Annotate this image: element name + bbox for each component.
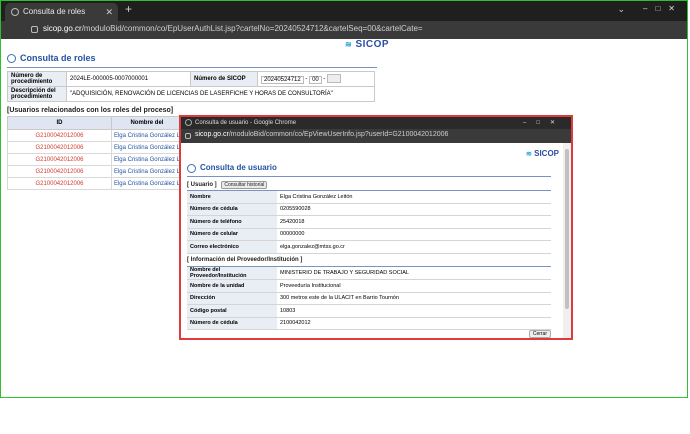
row-label: Nombre	[187, 191, 277, 204]
table-row: G2100042012006 Elga Cristina González L	[7, 165, 184, 178]
provider-section-header: [ Información del Proveedor/Institución …	[187, 257, 551, 267]
user-name: Elga Cristina González L	[110, 141, 184, 154]
user-name: Elga Cristina González L	[110, 129, 184, 142]
lock-icon[interactable]	[31, 26, 38, 33]
new-tab-icon[interactable]: +	[125, 2, 132, 16]
sicop-number-label: Número de SICOP	[190, 71, 258, 87]
row-label: Código postal	[187, 304, 277, 318]
row-label: Número de celular	[187, 228, 277, 241]
row-value: Elga Cristina González Leitón	[277, 191, 551, 204]
user-name: Elga Cristina González L	[110, 177, 184, 190]
procedure-info-table: Número de procedimiento 2024LE-000005-00…	[7, 71, 375, 102]
popup-title: Consulta de usuario	[200, 163, 277, 172]
table-row: Nombre de la unidad Proveeduría Instituci…	[187, 279, 551, 293]
row-value: elga.gonzalez@mtss.go.cr	[277, 240, 551, 254]
row-label: Dirección	[187, 292, 277, 305]
close-tab-icon[interactable]: ✕	[105, 3, 113, 21]
related-users-table: ID Nombre del G2100042012006 Elga Cristin…	[7, 116, 184, 190]
window-controls[interactable]: –□✕	[643, 4, 683, 13]
tab-consulta-roles[interactable]: Consulta de roles ✕	[5, 3, 118, 21]
user-name: Elga Cristina González L	[110, 153, 184, 166]
popup-body: ≋ SICOP Consulta de usuario [ Usuario ] …	[181, 143, 563, 338]
tab-title: Consulta de roles	[23, 7, 86, 16]
user-table: Nombre Elga Cristina González Leitón Núme…	[187, 191, 551, 254]
table-row: G2100042012006 Elga Cristina González L	[7, 153, 184, 166]
sicop-number-cell: 20240524712 - 00 -	[257, 71, 375, 87]
lock-icon[interactable]	[185, 133, 191, 139]
row-value: MINISTERIO DE TRABAJO Y SEGURIDAD SOCIAL	[277, 267, 551, 280]
magnifier-icon	[187, 164, 196, 173]
row-label: Nombre de la unidad	[187, 279, 277, 293]
popup-window-controls[interactable]: –□✕	[523, 117, 565, 129]
user-id-link[interactable]: G2100042012006	[7, 165, 112, 178]
row-value: 2100042012	[277, 317, 551, 330]
table-row: Correo electrónico elga.gonzalez@mtss.go.…	[187, 240, 551, 254]
col-name: Nombre del	[110, 116, 184, 130]
row-label: Número de teléfono	[187, 215, 277, 229]
proc-desc-label: Descripción del procedimiento	[7, 86, 67, 102]
page-title: Consulta de roles	[20, 53, 96, 63]
row-value: 00000000	[277, 228, 551, 241]
user-name: Elga Cristina González L	[110, 165, 184, 178]
magnifier-icon	[7, 54, 16, 63]
popup-address-bar[interactable]: sicop.go.cr/moduloBid/common/co/EpViewUs…	[181, 129, 571, 143]
table-row: G2100042012006 Elga Cristina González L	[7, 141, 184, 154]
scrollbar-thumb[interactable]	[565, 149, 569, 309]
popup-header: Consulta de usuario	[187, 163, 551, 177]
tab-bar: Consulta de roles ✕ + ⌄ –□✕	[1, 1, 687, 21]
popup-url-text[interactable]: sicop.go.cr/moduloBid/common/co/EpViewUs…	[195, 131, 448, 138]
history-button[interactable]: Consultar historial	[221, 181, 268, 189]
url-text[interactable]: sicop.go.cr/moduloBid/common/co/EpUserAu…	[43, 24, 423, 33]
user-id-link[interactable]: G2100042012006	[7, 141, 112, 154]
proc-desc-value: "ADQUISICIÓN, RENOVACIÓN DE LICENCIAS DE…	[66, 86, 375, 102]
sicop-logo: ≋ SICOP	[345, 39, 390, 50]
user-id-link[interactable]: G2100042012006	[7, 177, 112, 190]
sicop-seq-field: 00	[309, 75, 322, 84]
table-row: Dirección 300 metros este de la ULACIT en…	[187, 292, 551, 305]
row-value: Proveeduría Institucional	[277, 279, 551, 293]
related-users-heading: [Usuarios relacionados con los roles del…	[7, 107, 174, 114]
sicop-cate-field	[327, 74, 342, 84]
table-row: Número de cédula 2100042012	[187, 317, 551, 330]
page-header: Consulta de roles	[7, 53, 377, 68]
globe-icon	[185, 119, 192, 126]
globe-icon	[11, 8, 19, 16]
table-row: Número de celular 00000000	[187, 228, 551, 241]
row-label: Nombre del Proveedor/Institución	[187, 267, 277, 280]
provider-table: Nombre del Proveedor/Institución MINISTER…	[187, 267, 551, 330]
close-button[interactable]: Cerrar	[528, 330, 551, 338]
user-section-header: [ Usuario ] Consultar historial	[187, 181, 551, 191]
table-row: Código postal 10803	[187, 304, 551, 318]
user-id-link[interactable]: G2100042012006	[7, 153, 112, 166]
proc-number-value: 2024LE-000005-0007000001	[66, 71, 191, 87]
row-value: 0205590028	[277, 203, 551, 216]
popup-titlebar: Consulta de usuario - Google Chrome –□✕	[181, 117, 571, 129]
proc-number-label: Número de procedimiento	[7, 71, 67, 87]
popup-window-title: Consulta de usuario - Google Chrome	[195, 120, 297, 126]
row-value: 300 metros este de la ULACIT en Barrio T…	[277, 292, 551, 305]
row-value: 25420018	[277, 215, 551, 229]
sicop-logo: ≋ SICOP	[526, 149, 560, 158]
row-label: Número de cédula	[187, 317, 277, 330]
row-value: 10803	[277, 304, 551, 318]
table-row: Nombre Elga Cristina González Leitón	[187, 191, 551, 204]
row-label: Número de cédula	[187, 203, 277, 216]
row-label: Correo electrónico	[187, 240, 277, 254]
popup-scrollbar[interactable]	[563, 143, 571, 338]
address-bar[interactable]: sicop.go.cr/moduloBid/common/co/EpUserAu…	[1, 21, 687, 39]
table-row: G2100042012006 Elga Cristina González L	[7, 177, 184, 190]
chevron-down-icon[interactable]: ⌄	[617, 4, 625, 15]
table-row: Número de teléfono 25420018	[187, 215, 551, 229]
user-info-popup: Consulta de usuario - Google Chrome –□✕ …	[179, 115, 573, 340]
col-id: ID	[7, 116, 112, 130]
table-row: G2100042012006 Elga Cristina González L	[7, 129, 184, 142]
user-id-link[interactable]: G2100042012006	[7, 129, 112, 142]
sicop-number-field: 20240524712	[261, 75, 304, 84]
table-row: Nombre del Proveedor/Institución MINISTER…	[187, 267, 551, 280]
table-row: Número de cédula 0205590028	[187, 203, 551, 216]
